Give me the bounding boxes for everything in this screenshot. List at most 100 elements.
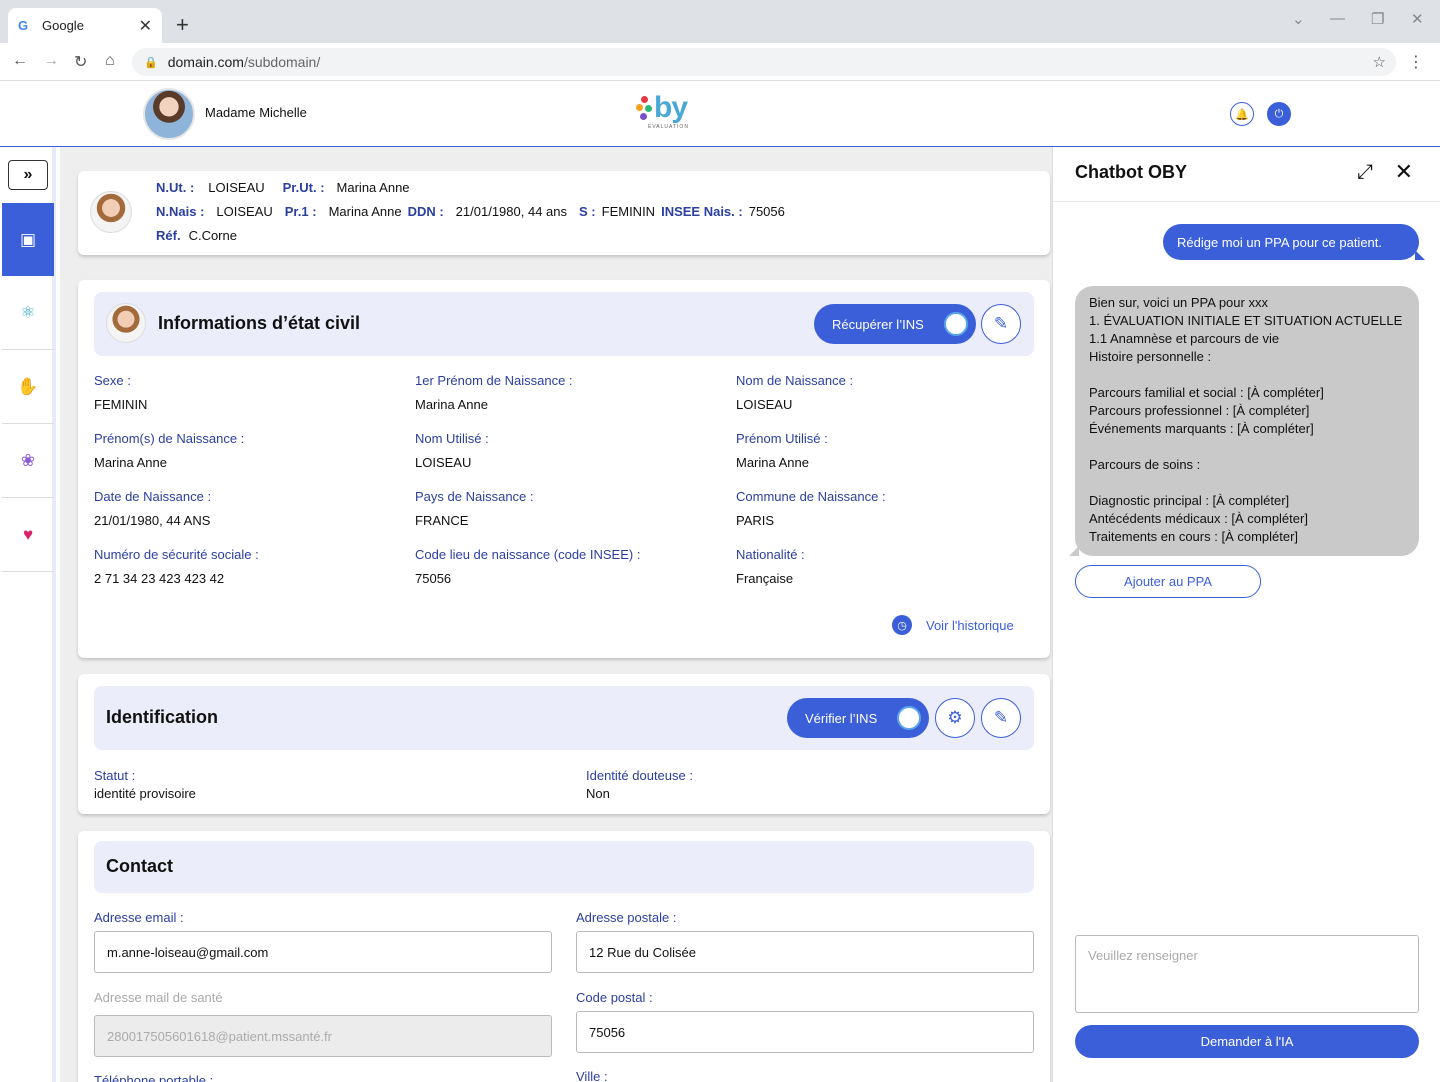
browser-tab[interactable]: G Google ✕	[8, 8, 162, 43]
insee-value: 75056	[748, 204, 785, 219]
civil-field-value: Marina Anne	[415, 397, 488, 412]
bookmark-star-icon[interactable]: ☆	[1373, 53, 1386, 71]
pencil-icon: ✎	[993, 314, 1009, 333]
chatbot-title: Chatbot OBY	[1075, 162, 1187, 182]
user-avatar[interactable]	[143, 88, 195, 140]
patient-summary-card: N.Ut. : LOISEAU Pr.Ut. : Marina Anne N.N…	[78, 171, 1050, 255]
ref-value: C.Corne	[188, 228, 237, 243]
doubtful-identity-label: Identité douteuse :	[586, 768, 693, 783]
main-content: N.Ut. : LOISEAU Pr.Ut. : Marina Anne N.N…	[60, 147, 1052, 1082]
civil-info-header: Informations d’état civil Récupérer l’IN…	[94, 292, 1034, 356]
view-history-label: Voir l'historique	[926, 617, 1014, 633]
back-icon[interactable]: ←	[12, 52, 28, 70]
restore-icon[interactable]: ❐	[1371, 10, 1384, 28]
ref-label: Réf.	[156, 228, 181, 243]
identification-header: Identification Vérifier l’INS ⚙ ✎	[94, 686, 1034, 750]
ins-logo-icon	[944, 312, 968, 336]
settings-button[interactable]: ⚙	[935, 698, 975, 738]
clock-icon: ◷	[892, 615, 912, 635]
civil-field-value: 21/01/1980, 44 ANS	[94, 513, 211, 528]
prut-label: Pr.Ut. :	[282, 180, 325, 195]
civil-field-value: FEMININ	[94, 397, 148, 412]
browser-menu-icon[interactable]: ⋮	[1408, 52, 1424, 72]
identification-title: Identification	[106, 707, 218, 727]
chatbot-header: Chatbot OBY ⤢ ✕	[1053, 147, 1440, 202]
nut-value: LOISEAU	[208, 180, 265, 195]
civil-field-value: 2 71 34 23 423 423 42	[94, 571, 225, 586]
civil-field-value: LOISEAU	[736, 397, 793, 412]
minimize-icon[interactable]: —	[1330, 10, 1345, 27]
app-header: Madame Michelle by EVALUATION 🔔 ⏻	[0, 81, 1440, 147]
civil-field-label: Prénom Utilisé :	[736, 431, 828, 446]
edit-identification-button[interactable]: ✎	[981, 698, 1021, 738]
email-field[interactable]: m.anne-loiseau@gmail.com	[94, 931, 552, 973]
civil-field-label: Code lieu de naissance (code INSEE) :	[415, 547, 641, 562]
sidebar-item-patient[interactable]: ▣	[2, 203, 54, 276]
civil-field-label: Nom de Naissance :	[736, 373, 854, 388]
heartbeat-icon: ♥	[22, 525, 34, 544]
sidebar-item-vitals[interactable]: ♥	[2, 499, 54, 572]
city-label: Ville :	[576, 1069, 608, 1082]
close-window-icon[interactable]: ✕	[1411, 10, 1424, 28]
logo-subtitle: EVALUATION	[648, 124, 689, 130]
civil-field-label: Prénom(s) de Naissance :	[94, 431, 245, 446]
health-mail-field: 280017505601618@patient.mssanté.fr	[94, 1015, 552, 1057]
contact-title: Contact	[106, 856, 173, 876]
gear-icon: ⚙	[947, 708, 963, 727]
contact-header: Contact	[94, 841, 1034, 893]
insee-label: INSEE Nais. :	[661, 204, 743, 219]
bell-icon[interactable]: 🔔	[1230, 102, 1254, 126]
google-icon: G	[18, 17, 29, 33]
zip-label: Code postal :	[576, 990, 653, 1005]
add-to-ppa-button[interactable]: Ajouter au PPA	[1075, 565, 1261, 598]
bot-message: Bien sur, voici un PPA pour xxx 1. ÉVALU…	[1069, 286, 1419, 556]
recover-ins-button[interactable]: Récupérer l’INS	[814, 304, 976, 344]
recover-ins-label: Récupérer l’INS	[832, 316, 924, 332]
ddn-value: 21/01/1980, 44 ans	[455, 204, 567, 219]
chat-input[interactable]: Veuillez renseigner	[1075, 935, 1419, 1013]
civil-field-value: 75056	[415, 571, 452, 586]
network-icon: ⚛	[20, 303, 36, 322]
lock-icon: 🔒	[144, 56, 158, 69]
civil-field-label: Numéro de sécurité sociale :	[94, 547, 259, 562]
civil-field-label: Nom Utilisé :	[415, 431, 489, 446]
close-icon[interactable]: ✕	[1395, 159, 1413, 185]
close-tab-icon[interactable]: ✕	[139, 16, 152, 36]
patient-photo-small	[106, 303, 146, 343]
url-path: /subdomain/	[243, 54, 321, 70]
civil-field-value: Française	[736, 571, 794, 586]
civil-field-label: Nationalité :	[736, 547, 805, 562]
sex-label: S :	[579, 204, 596, 219]
zip-field[interactable]: 75056	[576, 1011, 1034, 1053]
url-field[interactable]: 🔒 domain.com/subdomain/ ☆	[132, 48, 1396, 76]
view-history-link[interactable]: ◷ Voir l'historique	[892, 615, 1014, 635]
identification-card: Identification Vérifier l’INS ⚙ ✎ Statut…	[78, 674, 1050, 814]
chatbot-panel: Chatbot OBY ⤢ ✕ Rédige moi un PPA pour c…	[1052, 147, 1440, 1082]
prut-value: Marina Anne	[336, 180, 410, 195]
power-icon[interactable]: ⏻	[1267, 102, 1291, 126]
civil-field-value: PARIS	[736, 513, 775, 528]
sidebar: » ▣ ⚛ ✋ ❀ ♥	[0, 147, 56, 1082]
civil-info-title: Informations d’état civil	[158, 313, 361, 333]
nnais-label: N.Nais :	[156, 204, 205, 219]
lotus-icon: ❀	[20, 451, 36, 470]
new-tab-icon[interactable]: +	[176, 12, 189, 38]
forward-icon[interactable]: →	[43, 52, 59, 70]
sidebar-item-care[interactable]: ✋	[2, 351, 54, 424]
sidebar-item-network[interactable]: ⚛	[2, 277, 54, 350]
reload-icon[interactable]: ↻	[74, 52, 87, 72]
sidebar-item-wellbeing[interactable]: ❀	[2, 425, 54, 498]
civil-field-label: Sexe :	[94, 373, 131, 388]
civil-field-value: Marina Anne	[736, 455, 809, 470]
verify-ins-button[interactable]: Vérifier l’INS	[787, 698, 929, 738]
ask-ai-button[interactable]: Demander à l'IA	[1075, 1025, 1419, 1058]
edit-civil-button[interactable]: ✎	[981, 304, 1021, 344]
postal-address-label: Adresse postale :	[576, 910, 677, 925]
expand-icon[interactable]: ⤢	[1357, 161, 1373, 184]
home-icon[interactable]: ⌂	[105, 52, 115, 70]
chevron-down-icon[interactable]: ⌄	[1292, 10, 1305, 28]
postal-address-field[interactable]: 12 Rue du Colisée	[576, 931, 1034, 973]
health-mail-label: Adresse mail de santé	[94, 990, 223, 1005]
civil-field-label: 1er Prénom de Naissance :	[415, 373, 573, 388]
expand-sidebar-button[interactable]: »	[8, 160, 48, 190]
